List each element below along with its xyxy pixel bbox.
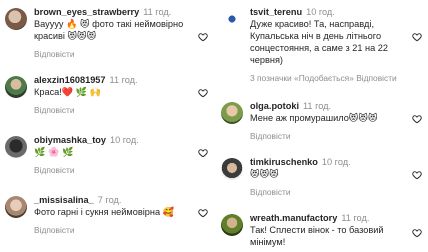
comment-username[interactable]: obiymashka_toy — [34, 135, 106, 145]
comment-username[interactable]: wreath.manufactory — [250, 213, 337, 223]
avatar[interactable] — [221, 8, 243, 30]
comment-time[interactable]: 11 год. — [143, 7, 171, 17]
comment-body: timkiruschenko 10 год. 😻😻😻 Відповісти — [250, 156, 406, 198]
comment-body: tsvit_terenu 10 год. Дуже красиво! Та, на… — [250, 6, 406, 84]
comment-body: alexzin16081957 11 год. Краса!❤️ 🌿 🙌 Відп… — [34, 74, 192, 116]
comment-text: Мене аж промурашило😻😻😻 — [250, 113, 378, 123]
comment-time[interactable]: 10 год. — [322, 157, 351, 167]
avatar[interactable] — [221, 214, 243, 236]
comment-body: _missisalina_ 7 год. Фото гарні і сукня н… — [34, 194, 192, 236]
comment-text: Краса!❤️ 🌿 🙌 — [34, 87, 102, 97]
comment-time[interactable]: 7 год. — [98, 195, 122, 205]
reply-button[interactable]: Відповісти — [34, 224, 192, 236]
comment-item: alexzin16081957 11 год. Краса!❤️ 🌿 🙌 Відп… — [0, 74, 214, 118]
reply-button[interactable]: Відповісти — [34, 104, 192, 116]
comment-item: brown_eyes_strawberry 11 год. Вауууу 🔥 😻 … — [0, 6, 214, 59]
comment-body: obiymashka_toy 10 год. 🌿 🌸 🌿 Відповісти — [34, 134, 192, 176]
comment-item: timkiruschenko 10 год. 😻😻😻 Відповісти — [216, 156, 428, 200]
comment-header: wreath.manufactory 11 год. — [250, 212, 406, 224]
avatar[interactable] — [221, 158, 243, 180]
comment-time[interactable]: 11 год. — [303, 101, 331, 111]
avatar[interactable] — [221, 102, 243, 124]
comment-username[interactable]: olga.potoki — [250, 101, 299, 111]
comment-item: wreath.manufactory 11 год. Так! Сплести в… — [216, 212, 428, 252]
comment-item: obiymashka_toy 10 год. 🌿 🌸 🌿 Відповісти — [0, 134, 214, 178]
left-comment-column: brown_eyes_strawberry 11 год. Вауууу 🔥 😻 … — [0, 0, 214, 252]
likes-and-reply[interactable]: 3 позначки «Подобається» Відповісти — [250, 72, 406, 84]
comment-text: Так! Сплести вінок - то базовий мінімум! — [250, 225, 384, 247]
avatar[interactable] — [5, 76, 27, 98]
comment-text: Дуже красиво! Та, насправді, Купальська … — [250, 19, 388, 65]
comment-body: olga.potoki 11 год. Мене аж промурашило😻😻… — [250, 100, 406, 142]
comment-text: Вауууу 🔥 😻 фото такі неймовірно красиві … — [34, 19, 184, 41]
reply-button[interactable]: Відповісти — [34, 48, 192, 60]
comment-time[interactable]: 10 год. — [110, 135, 139, 145]
comment-item: _missisalina_ 7 год. Фото гарні і сукня н… — [0, 194, 214, 244]
comment-username[interactable]: alexzin16081957 — [34, 75, 106, 85]
comment-time[interactable]: 11 год. — [110, 75, 138, 85]
comment-text: 🌿 🌸 🌿 — [34, 147, 74, 157]
comment-header: _missisalina_ 7 год. — [34, 194, 192, 206]
comment-username[interactable]: timkiruschenko — [250, 157, 318, 167]
heart-icon[interactable] — [198, 88, 208, 98]
heart-icon[interactable] — [412, 32, 422, 42]
comment-item: tsvit_terenu 10 год. Дуже красиво! Та, на… — [216, 6, 428, 90]
comment-text: 😻😻😻 — [250, 169, 279, 179]
comment-time[interactable]: 11 год. — [341, 213, 369, 223]
heart-icon[interactable] — [198, 148, 208, 158]
heart-icon[interactable] — [412, 228, 422, 238]
reply-button[interactable]: Відповісти — [34, 164, 192, 176]
comment-header: olga.potoki 11 год. — [250, 100, 406, 112]
right-comment-column: tsvit_terenu 10 год. Дуже красиво! Та, на… — [216, 0, 428, 252]
avatar[interactable] — [5, 196, 27, 218]
heart-icon[interactable] — [198, 32, 208, 42]
comment-body: wreath.manufactory 11 год. Так! Сплести в… — [250, 212, 406, 248]
avatar[interactable] — [5, 136, 27, 158]
avatar[interactable] — [5, 8, 27, 30]
comment-header: brown_eyes_strawberry 11 год. — [34, 6, 192, 18]
heart-icon[interactable] — [198, 208, 208, 218]
comment-header: obiymashka_toy 10 год. — [34, 134, 192, 146]
heart-icon[interactable] — [412, 170, 422, 180]
reply-button[interactable]: Відповісти — [250, 130, 406, 142]
comment-header: tsvit_terenu 10 год. — [250, 6, 406, 18]
comment-header: timkiruschenko 10 год. — [250, 156, 406, 168]
reply-button[interactable]: Відповісти — [250, 186, 406, 198]
comment-item: olga.potoki 11 год. Мене аж промурашило😻😻… — [216, 100, 428, 144]
comment-header: alexzin16081957 11 год. — [34, 74, 192, 86]
comment-username[interactable]: _missisalina_ — [34, 195, 94, 205]
comment-body: brown_eyes_strawberry 11 год. Вауууу 🔥 😻 … — [34, 6, 192, 60]
comment-username[interactable]: brown_eyes_strawberry — [34, 7, 139, 17]
heart-icon[interactable] — [412, 114, 422, 124]
comment-username[interactable]: tsvit_terenu — [250, 7, 302, 17]
comment-time[interactable]: 10 год. — [306, 7, 335, 17]
comment-text: Фото гарні і сукня неймовірна 🥰 — [34, 207, 175, 217]
